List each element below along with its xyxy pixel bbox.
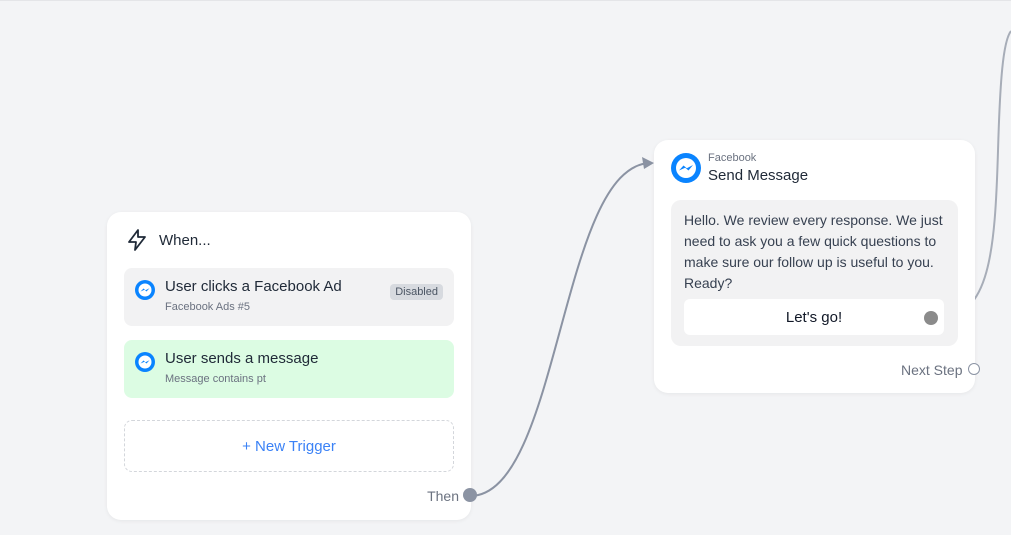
trigger-item-facebook-ad[interactable]: User clicks a Facebook Ad Facebook Ads #…: [124, 268, 454, 326]
when-label: When...: [159, 231, 211, 249]
message-platform-label: Facebook: [708, 152, 757, 164]
status-badge: Disabled: [390, 284, 443, 300]
trigger-item-user-message[interactable]: User sends a message Message contains pt: [124, 340, 454, 398]
messenger-icon: [135, 280, 155, 300]
connector-then-to-message: [469, 162, 651, 497]
connector-arrowhead: [642, 157, 654, 169]
then-connector-handle[interactable]: [463, 488, 477, 502]
trigger-subtitle: Facebook Ads #5: [165, 301, 251, 313]
trigger-title: User clicks a Facebook Ad: [165, 278, 342, 295]
trigger-title: User sends a message: [165, 350, 319, 367]
flow-canvas[interactable]: When... User clicks a Facebook Ad Facebo…: [0, 0, 1011, 535]
message-step-title: Send Message: [708, 167, 809, 184]
lets-go-button[interactable]: Let's go!: [684, 299, 944, 335]
send-message-card[interactable]: Facebook Send Message Hello. We review e…: [654, 140, 980, 393]
messenger-icon: [135, 352, 155, 372]
when-header: When...: [125, 228, 211, 252]
messenger-icon: [670, 152, 702, 184]
next-step-label: Next Step: [901, 362, 963, 378]
next-step-connector-handle[interactable]: [968, 363, 980, 375]
trigger-subtitle: Message contains pt: [165, 373, 266, 385]
button-connector-handle[interactable]: [924, 311, 938, 325]
message-body: Hello. We review every response. We just…: [684, 212, 943, 291]
new-trigger-button[interactable]: + New Trigger: [124, 420, 454, 472]
then-label: Then: [427, 488, 459, 504]
lightning-bolt-icon: [125, 228, 149, 252]
message-bubble[interactable]: Hello. We review every response. We just…: [671, 200, 958, 346]
trigger-card[interactable]: When... User clicks a Facebook Ad Facebo…: [107, 212, 477, 520]
